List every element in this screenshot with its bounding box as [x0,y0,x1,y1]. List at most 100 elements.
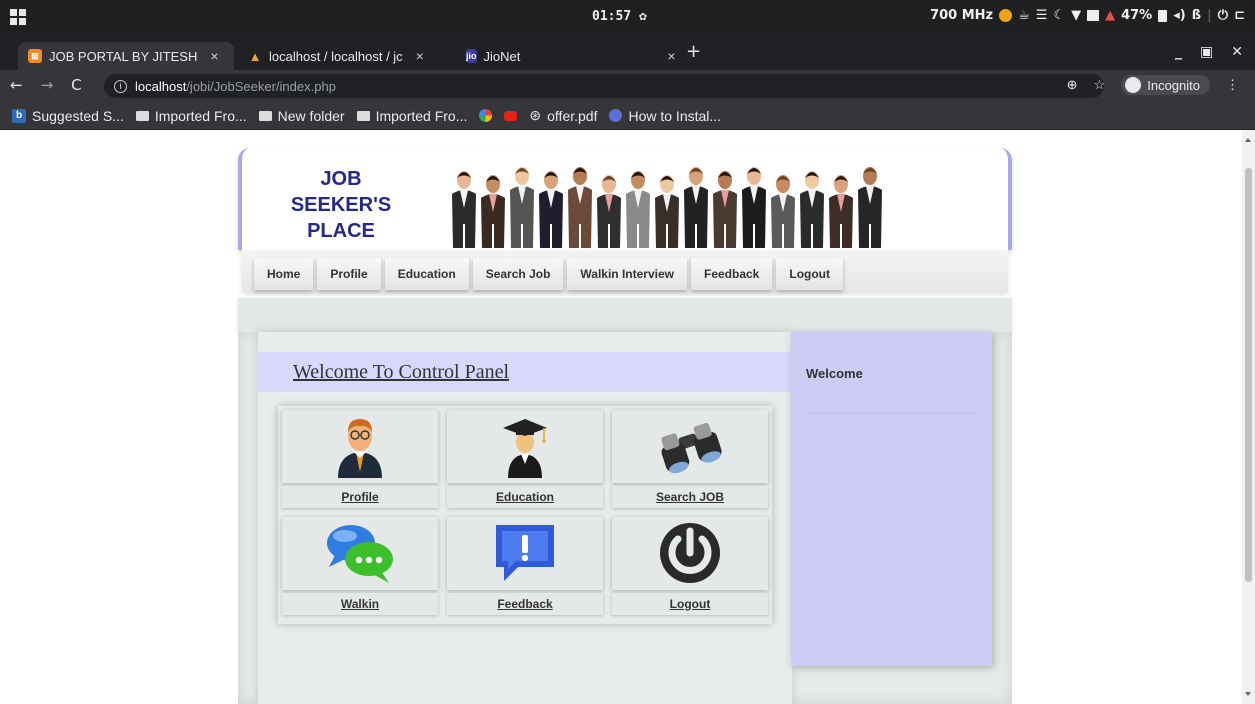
person-figure [655,175,679,248]
site-logo[interactable]: JOB SEEKER'S PLACE [276,166,406,244]
menu-walkin-interview[interactable]: Walkin Interview [567,258,687,290]
bookmark-label: Suggested S... [32,107,124,124]
welcome-bar: Welcome To Control Panel [258,352,792,392]
wifi-icon[interactable]: ▼ [1071,8,1081,23]
coffee-icon[interactable]: ☕ [1018,8,1030,23]
bookmark-folder-new[interactable]: New folder [258,107,345,124]
close-window-icon[interactable]: ✕ [1231,44,1243,60]
bluetooth-icon[interactable]: ß [1192,8,1201,23]
forward-arrow-icon[interactable]: → [41,76,54,94]
new-tab-button[interactable]: + [686,41,701,62]
tab-title: JOB PORTAL BY JITESH [49,48,198,64]
tab-close-icon[interactable]: × [416,48,424,64]
logout-icon[interactable]: ⊏ [1234,8,1245,23]
menu-lines-icon[interactable]: ☰ [1036,8,1048,23]
menu-profile[interactable]: Profile [317,258,381,290]
education-tile[interactable] [447,410,603,483]
menu-feedback[interactable]: Feedback [691,258,773,290]
zoom-icon[interactable]: ⊕ [1067,77,1078,93]
logout-tile[interactable] [612,516,768,590]
scroll-down-arrow-icon[interactable] [1245,692,1251,696]
toolbar-right: ⊕ ☆ Incognito ⋮ [1067,75,1239,95]
welcome-heading-link[interactable]: Welcome To Control Panel [293,361,509,384]
volume-icon[interactable]: ◂) [1173,8,1185,23]
app-grid-icon[interactable] [10,9,26,25]
bookmark-suggested[interactable]: b Suggested S... [12,108,124,124]
restore-icon[interactable]: ▣ [1200,44,1213,60]
bookmarks-bar: b Suggested S... Imported Fro... New fol… [0,102,1255,130]
bookmark-offer-pdf[interactable]: ⊛ offer.pdf [529,107,597,124]
incognito-icon [1125,77,1142,93]
tab-close-icon[interactable]: × [210,48,218,64]
person-figure [800,171,824,248]
sidebar-divider [806,412,976,414]
info-icon[interactable]: i [114,79,127,93]
notification-bell-icon[interactable]: ▲ [1105,8,1115,23]
url-host: localhost [135,78,187,94]
chrome-icon[interactable] [999,9,1013,22]
bookmark-google[interactable] [479,109,493,122]
bookmark-youtube[interactable] [504,110,518,121]
tab-title: JioNet [483,48,521,64]
bookmark-how-to-install[interactable]: How to Instal... [609,108,721,124]
person-figure [742,167,766,248]
nav-buttons: ← → C [10,76,82,94]
page-scrollbar[interactable] [1242,130,1255,704]
content-area: Welcome To Control Panel Profile Educati… [238,332,1012,704]
menu-search-job[interactable]: Search Job [472,258,564,290]
bookmark-label: How to Instal... [628,107,722,124]
bookmark-label: New folder [277,107,345,124]
panel-education: Education [447,410,607,514]
walkin-link[interactable]: Walkin [282,592,438,615]
walkin-tile[interactable] [282,516,438,590]
bookmark-label: Imported Fro... [154,107,247,124]
profile-link[interactable]: Profile [282,486,438,508]
incognito-badge[interactable]: Incognito [1121,75,1210,95]
search-job-tile[interactable] [612,410,768,483]
tab-job-portal[interactable]: ⊠ JOB PORTAL BY JITESH × [18,42,234,70]
person-figure [510,167,534,248]
menu-education[interactable]: Education [384,258,469,290]
person-figure [539,171,563,248]
reload-icon[interactable]: C [71,76,81,94]
feedback-link[interactable]: Feedback [447,592,603,615]
menu-logout[interactable]: Logout [776,258,844,290]
profile-tile[interactable] [282,410,438,483]
bookmark-folder-imported[interactable]: Imported Fro... [135,107,247,124]
bookmark-folder-imported-2[interactable]: Imported Fro... [356,108,467,124]
system-tray: 700 MHz ☕ ☰ ☾ ▼ ▲ 47% ◂) ß | ⏻ ⊏ [930,8,1245,23]
jio-favicon-icon: jio [466,49,477,63]
browser-menu-icon[interactable]: ⋮ [1226,77,1239,93]
folder-icon [258,110,272,121]
businessman-icon [338,418,382,478]
bookmark-star-icon[interactable]: ☆ [1094,77,1106,93]
power-icon[interactable]: ⏻ [1218,8,1228,23]
minimize-icon[interactable]: _ [1175,44,1182,60]
moon-icon[interactable]: ☾ [1053,8,1065,23]
tab-close-icon[interactable]: × [667,48,675,64]
globe-icon [609,109,623,122]
tab-jionet[interactable]: jio JioNet × [456,42,676,70]
os-clock[interactable]: 01:57 ✿ [592,9,647,24]
search-job-link[interactable]: Search JOB [612,486,768,508]
education-link[interactable]: Education [447,486,603,508]
browser-tab-strip: ⊠ JOB PORTAL BY JITESH × ▲ localhost / l… [0,36,1255,70]
tab-phpmyadmin[interactable]: ▲ localhost / localhost / jc × [238,42,454,70]
scroll-up-arrow-icon[interactable] [1245,138,1251,142]
back-arrow-icon[interactable]: ← [10,76,23,94]
cpu-frequency: 700 MHz [930,8,994,23]
logout-link[interactable]: Logout [612,592,768,615]
battery-icon[interactable] [1158,9,1168,22]
menu-home[interactable]: Home [254,258,314,290]
address-bar[interactable]: i localhost /jobi/JobSeeker/index.php [104,74,1104,98]
welcome-sidebar: Welcome [791,332,992,666]
person-figure [452,171,476,248]
person-figure [829,175,853,248]
feedback-icon [496,525,554,581]
folder-tray-icon[interactable] [1087,10,1100,21]
folder-icon [356,110,370,121]
power-icon [660,523,720,583]
scroll-thumb[interactable] [1245,168,1252,582]
browser-toolbar: ← → C i localhost /jobi/JobSeeker/index.… [0,70,1255,102]
feedback-tile[interactable] [447,516,603,590]
